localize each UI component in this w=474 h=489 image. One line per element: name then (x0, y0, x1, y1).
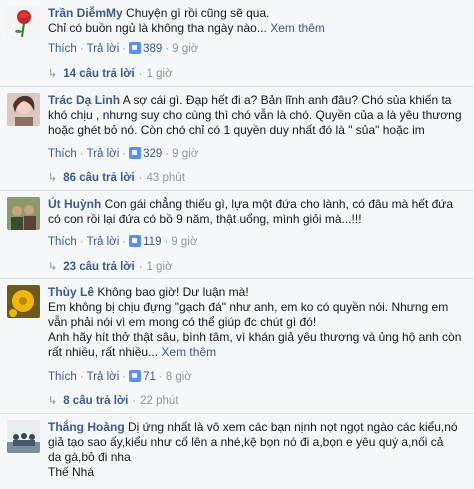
like-badge-icon (129, 42, 142, 54)
comment: Út Huỳnh Con gái chẳng thiếu gì, lựa một… (0, 191, 474, 279)
comment: Trác Dạ Linh A sợ cái gì. Đạp hết đi a? … (0, 87, 474, 191)
like-count[interactable]: 119 (143, 236, 161, 248)
comment-actions: Thích · Trả lời · 119 · 9 giờ (48, 235, 198, 248)
view-replies[interactable]: ↳ 14 câu trả lời · 1 giờ (48, 66, 173, 82)
comment-actions: Thích · Trả lời · 389 · 9 giờ (48, 42, 199, 55)
comment-text: Trần DiễmMy Chuyện gì rồi cũng sẽ qua. C… (48, 6, 325, 35)
user-photo-icon (7, 93, 40, 126)
replies-count[interactable]: 14 câu trả lời (63, 68, 134, 80)
replies-time: 1 giờ (146, 68, 173, 80)
like-count[interactable]: 329 (143, 148, 162, 160)
comment-actions: Thích · Trả lời · 329 · 9 giờ (48, 147, 199, 160)
like-badge-icon (129, 235, 142, 247)
reply-link[interactable]: Trả lời (87, 371, 120, 383)
replies-count[interactable]: 8 câu trả lời (63, 395, 128, 407)
like-link[interactable]: Thích (48, 371, 77, 383)
comment: Thùy Lê Không bao giờ! Dư luận mà! Em kh… (0, 279, 474, 411)
like-link[interactable]: Thích (48, 43, 77, 55)
reply-arrow-icon: ↳ (48, 395, 58, 407)
like-badge-icon (129, 370, 142, 382)
like-count[interactable]: 71 (143, 371, 156, 383)
commenter-name[interactable]: Trác Dạ Linh (48, 93, 120, 107)
comment-actions: Thích · Trả lời · 71 · 8 giờ (48, 370, 192, 383)
avatar[interactable] (7, 6, 40, 39)
reply-arrow-icon: ↳ (48, 68, 58, 80)
replies-time: 43 phút (146, 172, 185, 184)
comment-text: Út Huỳnh Con gái chẳng thiếu gì, lựa một… (48, 197, 453, 226)
reply-arrow-icon: ↳ (48, 261, 58, 273)
comment-time[interactable]: 8 giờ (166, 371, 192, 383)
avatar[interactable] (7, 285, 40, 318)
comment-time[interactable]: 9 giờ (172, 148, 198, 160)
like-link[interactable]: Thích (48, 148, 77, 160)
reply-link[interactable]: Trả lời (87, 148, 120, 160)
reply-link[interactable]: Trả lời (87, 236, 120, 248)
commenter-name[interactable]: Út Huỳnh (48, 197, 101, 211)
replies-count[interactable]: 86 câu trả lời (63, 172, 134, 184)
comment-text: Thắng Hoàng Dị ứng nhất là vô xem các bạ… (48, 420, 458, 479)
flower-avatar-icon (7, 285, 40, 318)
see-more-link[interactable]: Xem thêm (161, 345, 216, 359)
comment-text: Trác Dạ Linh A sợ cái gì. Đạp hết đi a? … (48, 93, 462, 137)
view-replies[interactable]: ↳ 86 câu trả lời · 43 phút (48, 170, 185, 186)
like-link[interactable]: Thích (48, 236, 77, 248)
commenter-name[interactable]: Thùy Lê (48, 285, 94, 299)
view-replies[interactable]: ↳ 8 câu trả lời · 22 phút (48, 393, 179, 409)
comment: Trần DiễmMy Chuyện gì rồi cũng sẽ qua. C… (0, 0, 474, 90)
rose-avatar-icon (7, 6, 40, 39)
user-photo-icon (7, 197, 40, 230)
comment-text: Thùy Lê Không bao giờ! Dư luận mà! Em kh… (48, 285, 462, 359)
replies-time: 22 phút (140, 395, 179, 407)
replies-count[interactable]: 23 câu trả lời (63, 261, 134, 273)
reply-link[interactable]: Trả lời (87, 43, 120, 55)
comment: Thắng Hoàng Dị ứng nhất là vô xem các bạ… (0, 414, 474, 489)
replies-time: 1 giờ (146, 261, 173, 273)
like-badge-icon (129, 147, 142, 159)
avatar[interactable] (7, 93, 40, 126)
see-more-link[interactable]: Xem thêm (270, 21, 325, 35)
comment-time[interactable]: 9 giờ (172, 43, 198, 55)
avatar[interactable] (7, 197, 40, 230)
view-replies[interactable]: ↳ 23 câu trả lời · 1 giờ (48, 259, 173, 275)
commenter-name[interactable]: Thắng Hoàng (48, 420, 125, 434)
comment-thread: Trần DiễmMy Chuyện gì rồi cũng sẽ qua. C… (0, 0, 474, 489)
comment-time[interactable]: 9 giờ (171, 236, 197, 248)
like-count[interactable]: 389 (143, 43, 162, 55)
user-photo-icon (7, 420, 40, 453)
commenter-name[interactable]: Trần DiễmMy (48, 6, 123, 20)
avatar[interactable] (7, 420, 40, 453)
reply-arrow-icon: ↳ (48, 172, 58, 184)
